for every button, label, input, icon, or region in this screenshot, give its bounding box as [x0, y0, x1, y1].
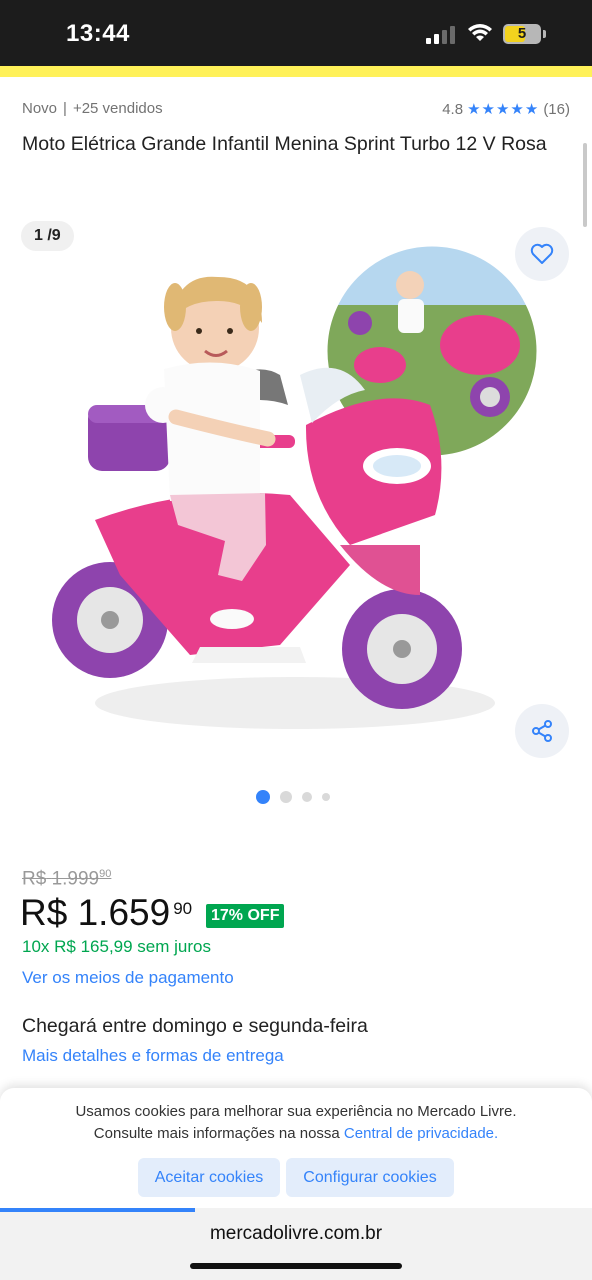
- rating-stars-icon: ★★★★★: [467, 101, 540, 118]
- battery-icon: 5: [503, 24, 541, 44]
- review-count: (16): [543, 100, 570, 118]
- cookie-banner: Usamos cookies para melhorar sua experiê…: [0, 1088, 592, 1212]
- scrollbar[interactable]: [583, 143, 587, 227]
- favorite-button[interactable]: [515, 227, 569, 281]
- share-button[interactable]: [515, 704, 569, 758]
- address-bar[interactable]: mercadolivre.com.br: [0, 1223, 592, 1245]
- old-price: R$ 1.99990: [22, 868, 111, 890]
- condition-label: Novo: [22, 100, 58, 117]
- product-image[interactable]: [50, 245, 540, 740]
- gallery-pagination[interactable]: [256, 790, 340, 804]
- delivery-estimate: Chegará entre domingo e segunda-feira: [22, 1015, 368, 1037]
- old-price-currency: R$: [22, 868, 47, 890]
- cookie-line-1: Usamos cookies para melhorar sua experiê…: [75, 1103, 517, 1120]
- old-price-cents: 90: [99, 868, 112, 880]
- battery-cap: [543, 30, 546, 38]
- current-price: R$ 1.659 90: [20, 892, 192, 934]
- old-price-amount: 1.999: [51, 868, 100, 890]
- privacy-center-link[interactable]: Central de privacidade.: [344, 1125, 498, 1142]
- meta-separator: |: [63, 100, 67, 117]
- discount-badge: 17% OFF: [206, 904, 285, 928]
- page-load-progress: [0, 1208, 196, 1212]
- heart-icon: [530, 243, 554, 264]
- status-time: 13:44: [66, 20, 130, 47]
- rating-value: 4.8: [442, 100, 464, 118]
- product-title: Moto Elétrica Grande Infantil Menina Spr…: [22, 133, 547, 155]
- product-meta: Novo | +25 vendidos: [22, 100, 163, 117]
- cellular-signal-icon: [426, 26, 455, 44]
- gallery-dot[interactable]: [280, 791, 292, 803]
- price-currency: R$: [20, 892, 68, 933]
- share-icon: [532, 720, 552, 742]
- payment-methods-link[interactable]: Ver os meios de pagamento: [22, 968, 234, 988]
- accept-cookies-button[interactable]: Aceitar cookies: [138, 1158, 280, 1197]
- sold-count: +25 vendidos: [72, 100, 163, 117]
- home-indicator[interactable]: [190, 1263, 402, 1269]
- browser-bar: mercadolivre.com.br: [0, 1208, 592, 1280]
- gallery-dot[interactable]: [302, 792, 312, 802]
- price-cents: 90: [173, 899, 193, 918]
- configure-cookies-button[interactable]: Configurar cookies: [286, 1158, 454, 1197]
- image-counter: 1 /9: [21, 221, 74, 251]
- cookie-line-2: Consulte mais informações na nossa: [93, 1125, 344, 1142]
- rating[interactable]: 4.8 ★★★★★ (16): [442, 100, 570, 119]
- wifi-icon: [468, 24, 492, 41]
- gallery-dot[interactable]: [256, 790, 270, 804]
- installments-text: 10x R$ 165,99 sem juros: [22, 937, 211, 956]
- price-amount: 1.659: [77, 892, 171, 933]
- battery-text: 5: [517, 25, 527, 42]
- cookie-message: Usamos cookies para melhorar sua experiê…: [0, 1101, 592, 1145]
- gallery-dot[interactable]: [322, 793, 330, 801]
- brand-bar: [0, 66, 592, 77]
- status-bar: 13:44 5: [0, 0, 592, 66]
- delivery-details-link[interactable]: Mais detalhes e formas de entrega: [22, 1046, 284, 1066]
